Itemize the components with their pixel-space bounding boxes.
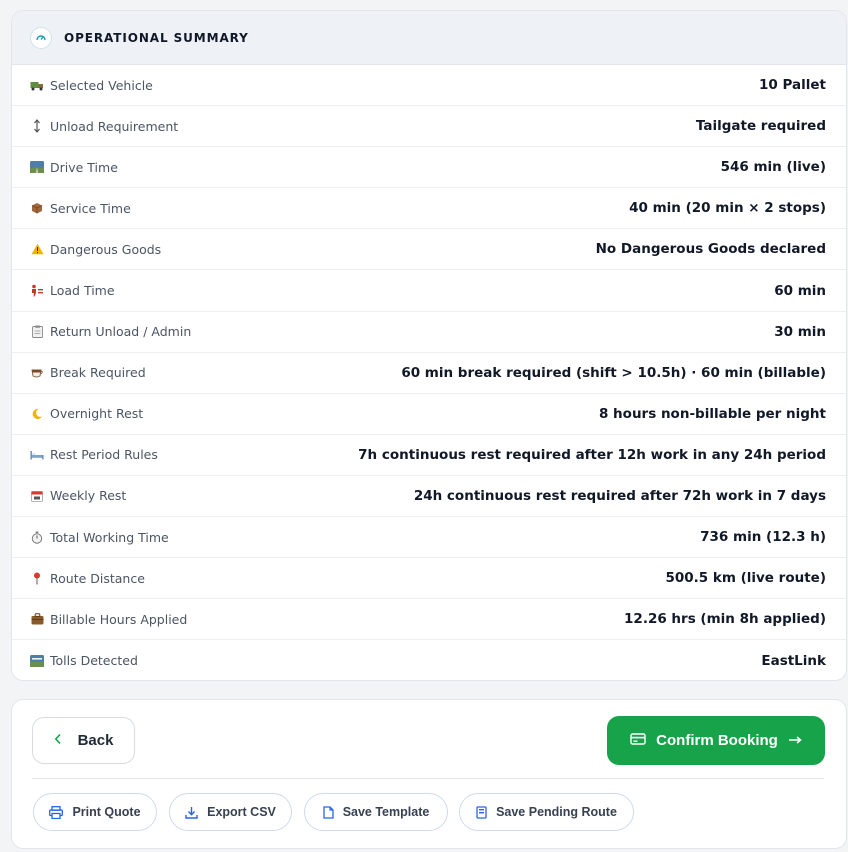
- row-value: Tailgate required: [695, 118, 826, 135]
- arrow-right-icon: [788, 732, 802, 749]
- row-label: Break Required: [50, 365, 146, 381]
- back-button[interactable]: Back: [32, 717, 135, 764]
- row-label: Billable Hours Applied: [50, 611, 188, 627]
- toll-icon: [30, 654, 44, 668]
- gauge-icon: [30, 26, 52, 49]
- confirm-booking-button[interactable]: Confirm Booking: [607, 716, 825, 765]
- calendar-icon: [30, 489, 44, 503]
- row-label: Route Distance: [50, 570, 145, 586]
- clipboard-icon: [30, 325, 44, 339]
- back-button-label: Back: [77, 732, 114, 749]
- row-value: 30 min: [774, 323, 826, 340]
- download-icon: [185, 806, 198, 819]
- row-value: 500.5 km (live route): [665, 570, 826, 587]
- moon-icon: [30, 407, 44, 421]
- summary-row-total-working-time: Total Working Time 736 min (12.3 h): [12, 517, 846, 559]
- summary-row-selected-vehicle: Selected Vehicle 10 Pallet: [12, 65, 846, 107]
- row-label: Load Time: [50, 283, 115, 299]
- row-label: Drive Time: [50, 159, 118, 175]
- row-value: 60 min: [774, 282, 826, 299]
- briefcase-icon: [30, 612, 44, 626]
- printer-icon: [49, 805, 64, 819]
- row-label: Tolls Detected: [50, 653, 138, 669]
- row-label: Dangerous Goods: [50, 241, 162, 257]
- row-value: 24h continuous rest required after 72h w…: [413, 487, 826, 504]
- pin-icon: [30, 571, 44, 585]
- summary-row-billable-hours: Billable Hours Applied 12.26 hrs (min 8h…: [12, 599, 846, 641]
- road-icon: [30, 160, 44, 174]
- save-template-label: Save Template: [342, 805, 430, 819]
- operational-summary-card: OPERATIONAL SUMMARY Selected Vehicle 10 …: [11, 10, 847, 681]
- row-value: 7h continuous rest required after 12h wo…: [358, 446, 826, 463]
- summary-row-unload-requirement: Unload Requirement Tailgate required: [12, 106, 846, 148]
- row-label: Return Unload / Admin: [50, 324, 192, 340]
- row-value: EastLink: [761, 652, 826, 669]
- save-icon: [476, 805, 487, 819]
- save-template-button[interactable]: Save Template: [304, 793, 448, 831]
- summary-row-return-unload: Return Unload / Admin 30 min: [12, 312, 846, 353]
- row-value: No Dangerous Goods declared: [595, 241, 826, 258]
- row-label: Selected Vehicle: [50, 77, 153, 93]
- warning-icon: [30, 242, 44, 256]
- row-value: 12.26 hrs (min 8h applied): [624, 611, 826, 628]
- summary-rows: Selected Vehicle 10 Pallet Unload Requir…: [12, 65, 846, 680]
- row-label: Unload Requirement: [50, 118, 179, 134]
- summary-title: OPERATIONAL SUMMARY: [64, 30, 249, 45]
- summary-row-tolls-detected: Tolls Detected EastLink: [12, 640, 846, 680]
- print-quote-label: Print Quote: [72, 805, 141, 819]
- save-pending-route-label: Save Pending Route: [496, 805, 617, 819]
- row-label: Rest Period Rules: [50, 447, 158, 463]
- summary-row-drive-time: Drive Time 546 min (live): [12, 147, 846, 189]
- summary-row-route-distance: Route Distance 500.5 km (live route): [12, 558, 846, 600]
- confirm-booking-label: Confirm Booking: [656, 732, 778, 749]
- row-label: Overnight Rest: [50, 406, 144, 422]
- chevron-left-icon: [54, 732, 62, 749]
- summary-header: OPERATIONAL SUMMARY: [12, 11, 846, 65]
- print-quote-button[interactable]: Print Quote: [33, 793, 157, 831]
- row-value: 546 min (live): [720, 159, 826, 176]
- summary-row-break-required: Break Required 60 min break required (sh…: [12, 353, 846, 394]
- row-value: 60 min break required (shift > 10.5h) · …: [401, 364, 826, 381]
- row-label: Total Working Time: [50, 529, 169, 545]
- row-value: 736 min (12.3 h): [700, 529, 826, 546]
- bed-icon: [30, 448, 44, 462]
- truck-icon: [30, 78, 44, 92]
- row-value: 10 Pallet: [759, 77, 826, 94]
- row-label: Weekly Rest: [50, 488, 127, 504]
- save-pending-route-button[interactable]: Save Pending Route: [459, 793, 634, 831]
- actions-divider: [32, 778, 824, 779]
- actions-card: Back Confirm Booking Print Quote Export …: [11, 699, 847, 849]
- row-label: Service Time: [50, 200, 131, 216]
- package-icon: [30, 201, 44, 215]
- summary-row-rest-period-rules: Rest Period Rules 7h continuous rest req…: [12, 435, 846, 476]
- export-csv-label: Export CSV: [207, 805, 276, 819]
- summary-row-weekly-rest: Weekly Rest 24h continuous rest required…: [12, 476, 846, 518]
- loading-icon: [30, 284, 44, 298]
- coffee-icon: [30, 366, 44, 380]
- credit-card-icon: [630, 732, 646, 749]
- summary-row-dangerous-goods: Dangerous Goods No Dangerous Goods decla…: [12, 229, 846, 271]
- summary-row-overnight-rest: Overnight Rest 8 hours non-billable per …: [12, 394, 846, 435]
- stopwatch-icon: [30, 530, 44, 544]
- export-csv-button[interactable]: Export CSV: [169, 793, 292, 831]
- row-value: 8 hours non-billable per night: [598, 405, 826, 422]
- row-value: 40 min (20 min × 2 stops): [629, 200, 826, 217]
- summary-row-load-time: Load Time 60 min: [12, 270, 846, 312]
- up-down-arrow-icon: [30, 119, 44, 134]
- document-icon: [323, 805, 334, 819]
- summary-row-service-time: Service Time 40 min (20 min × 2 stops): [12, 188, 846, 230]
